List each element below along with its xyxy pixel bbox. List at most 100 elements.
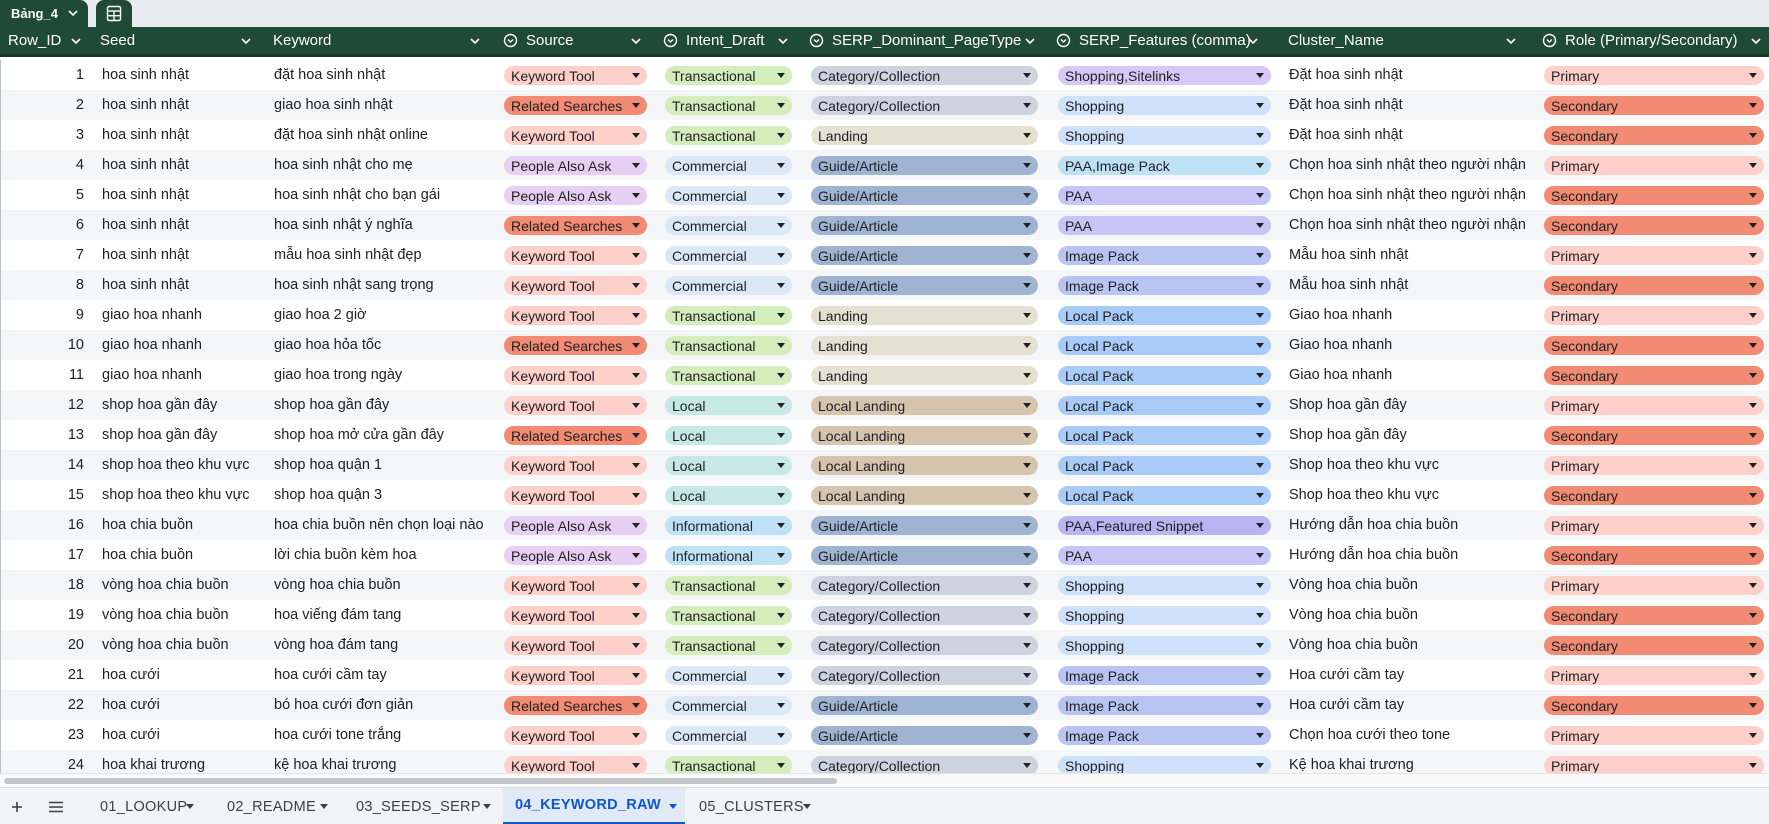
chip-source[interactable]: People Also Ask	[504, 516, 647, 535]
chip-role[interactable]: Primary	[1544, 756, 1764, 773]
header-intent[interactable]: Intent_Draft	[663, 27, 793, 54]
dropdown-arrow-icon[interactable]	[1023, 583, 1031, 588]
cell-cluster-name[interactable]: Giao hoa nhanh	[1289, 300, 1525, 330]
chip-source[interactable]: Keyword Tool	[504, 126, 647, 145]
dropdown-arrow-icon[interactable]	[777, 283, 785, 288]
cell-cluster-name[interactable]: Hướng dẫn hoa chia buồn	[1289, 540, 1525, 570]
cell-keyword[interactable]: hoa sinh nhật sang trọng	[274, 270, 499, 300]
chip-role[interactable]: Secondary	[1544, 366, 1764, 385]
chip-role[interactable]: Primary	[1544, 396, 1764, 415]
chip-features[interactable]: Shopping	[1058, 756, 1271, 773]
dropdown-arrow-icon[interactable]	[1023, 343, 1031, 348]
scrollbar-thumb[interactable]	[4, 778, 837, 784]
chip-features[interactable]: PAA	[1058, 546, 1271, 565]
cell-row-id[interactable]: 16	[9, 510, 84, 540]
chip-features[interactable]: Shopping	[1058, 606, 1271, 625]
chip-role[interactable]: Primary	[1544, 726, 1764, 745]
dropdown-arrow-icon[interactable]	[1749, 373, 1757, 378]
chevron-down-icon[interactable]	[630, 35, 642, 47]
dropdown-arrow-icon[interactable]	[1023, 373, 1031, 378]
header-features[interactable]: SERP_Features (comma)	[1056, 27, 1263, 54]
cell-keyword[interactable]: hoa sinh nhật ý nghĩa	[274, 210, 499, 240]
cell-seed[interactable]: giao hoa nhanh	[102, 300, 267, 330]
chevron-down-icon[interactable]	[1505, 35, 1517, 47]
cell-cluster-name[interactable]: Đặt hoa sinh nhật	[1289, 60, 1525, 90]
cell-cluster-name[interactable]: Shop hoa theo khu vực	[1289, 450, 1525, 480]
cell-seed[interactable]: hoa sinh nhật	[102, 180, 267, 210]
dropdown-arrow-icon[interactable]	[632, 643, 640, 648]
cell-keyword[interactable]: giao hoa 2 giờ	[274, 300, 499, 330]
dropdown-arrow-icon[interactable]	[777, 133, 785, 138]
chip-source[interactable]: Keyword Tool	[504, 486, 647, 505]
dropdown-arrow-icon[interactable]	[1749, 193, 1757, 198]
table-row[interactable]: 23 hoa cưới hoa cưới tone trắng Chọn hoa cư…	[1, 720, 1769, 750]
chip-source[interactable]: People Also Ask	[504, 186, 647, 205]
all-sheets-button[interactable]	[42, 788, 70, 824]
cell-cluster-name[interactable]: Giao hoa nhanh	[1289, 360, 1525, 390]
chevron-down-icon[interactable]	[70, 35, 82, 47]
dropdown-arrow-icon[interactable]	[632, 193, 640, 198]
dropdown-arrow-icon[interactable]	[632, 553, 640, 558]
chip-source[interactable]: Related Searches	[504, 696, 647, 715]
chip-features[interactable]: Local Pack	[1058, 396, 1271, 415]
chip-features[interactable]: PAA	[1058, 216, 1271, 235]
chip-role[interactable]: Secondary	[1544, 696, 1764, 715]
dropdown-arrow-icon[interactable]	[1256, 73, 1264, 78]
chip-features[interactable]: Local Pack	[1058, 336, 1271, 355]
cell-cluster-name[interactable]: Shop hoa gần đây	[1289, 420, 1525, 450]
cell-cluster-name[interactable]: Shop hoa gần đây	[1289, 390, 1525, 420]
chip-features[interactable]: Local Pack	[1058, 306, 1271, 325]
dropdown-arrow-icon[interactable]	[1256, 463, 1264, 468]
cell-seed[interactable]: vòng hoa chia buồn	[102, 600, 267, 630]
table-row[interactable]: 24 hoa khai trương kệ hoa khai trương Kệ ho…	[1, 750, 1769, 773]
chip-intent[interactable]: Transactional	[665, 306, 792, 325]
chip-page-type[interactable]: Local Landing	[811, 396, 1038, 415]
cell-seed[interactable]: hoa chia buồn	[102, 510, 267, 540]
dropdown-arrow-icon[interactable]	[1023, 553, 1031, 558]
chip-role[interactable]: Secondary	[1544, 126, 1764, 145]
dropdown-arrow-icon[interactable]	[1023, 643, 1031, 648]
cell-keyword[interactable]: shop hoa mở cửa gần đây	[274, 420, 499, 450]
dropdown-arrow-icon[interactable]	[1023, 253, 1031, 258]
chip-page-type[interactable]: Landing	[811, 366, 1038, 385]
cell-row-id[interactable]: 11	[9, 360, 84, 390]
table-row[interactable]: 8 hoa sinh nhật hoa sinh nhật sang trọng Mẫ…	[1, 270, 1769, 300]
cell-cluster-name[interactable]: Chọn hoa sinh nhật theo người nhận	[1289, 210, 1525, 240]
cell-seed[interactable]: giao hoa nhanh	[102, 330, 267, 360]
cell-keyword[interactable]: giao hoa sinh nhật	[274, 90, 499, 120]
chip-source[interactable]: Related Searches	[504, 216, 647, 235]
chip-source[interactable]: Keyword Tool	[504, 456, 647, 475]
dropdown-arrow-icon[interactable]	[1023, 733, 1031, 738]
chip-intent[interactable]: Local	[665, 426, 792, 445]
cell-seed[interactable]: hoa cưới	[102, 720, 267, 750]
cell-seed[interactable]: hoa cưới	[102, 690, 267, 720]
dropdown-arrow-icon[interactable]	[632, 703, 640, 708]
dropdown-arrow-icon[interactable]	[632, 613, 640, 618]
chip-features[interactable]: Local Pack	[1058, 426, 1271, 445]
cell-row-id[interactable]: 17	[9, 540, 84, 570]
dropdown-arrow-icon[interactable]	[632, 73, 640, 78]
cell-cluster-name[interactable]: Chọn hoa sinh nhật theo người nhận	[1289, 150, 1525, 180]
dropdown-arrow-icon[interactable]	[777, 223, 785, 228]
cell-seed[interactable]: vòng hoa chia buồn	[102, 570, 267, 600]
chip-role[interactable]: Primary	[1544, 246, 1764, 265]
dropdown-arrow-icon[interactable]	[1749, 403, 1757, 408]
chevron-down-icon[interactable]	[669, 804, 677, 809]
dropdown-arrow-icon[interactable]	[1023, 433, 1031, 438]
dropdown-arrow-icon[interactable]	[777, 253, 785, 258]
cell-keyword[interactable]: mẫu hoa sinh nhật đẹp	[274, 240, 499, 270]
chip-role[interactable]: Secondary	[1544, 486, 1764, 505]
chip-features[interactable]: Shopping	[1058, 126, 1271, 145]
cell-keyword[interactable]: đặt hoa sinh nhật online	[274, 120, 499, 150]
chip-page-type[interactable]: Guide/Article	[811, 156, 1038, 175]
chip-source[interactable]: Keyword Tool	[504, 576, 647, 595]
dropdown-arrow-icon[interactable]	[777, 553, 785, 558]
chevron-down-icon[interactable]	[240, 35, 252, 47]
table-row[interactable]: 6 hoa sinh nhật hoa sinh nhật ý nghĩa Chọn …	[1, 210, 1769, 240]
dropdown-arrow-icon[interactable]	[1749, 463, 1757, 468]
cell-keyword[interactable]: hoa cưới cầm tay	[274, 660, 499, 690]
dropdown-arrow-icon[interactable]	[1256, 163, 1264, 168]
cell-keyword[interactable]: shop hoa gần đây	[274, 390, 499, 420]
table-row[interactable]: 3 hoa sinh nhật đặt hoa sinh nhật online Đặ…	[1, 120, 1769, 150]
chip-source[interactable]: Related Searches	[504, 96, 647, 115]
